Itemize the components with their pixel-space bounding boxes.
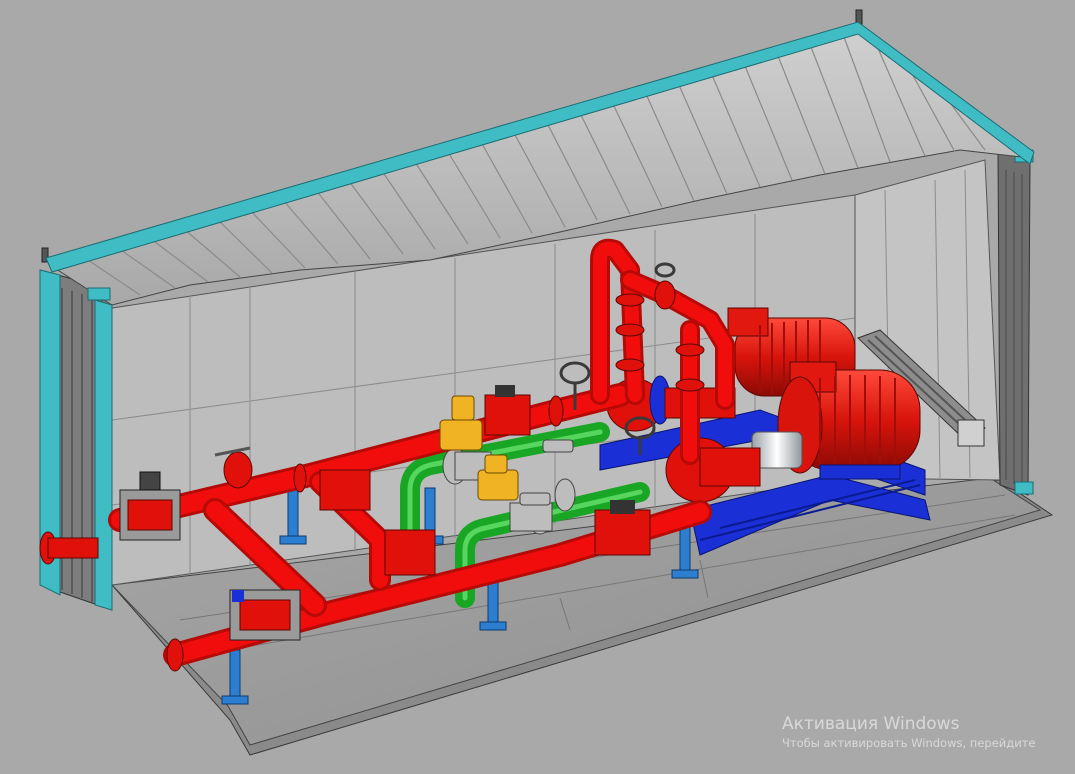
alarm-valve-lower-left <box>229 589 301 641</box>
cad-viewport[interactable]: Активация Windows Чтобы активировать Win… <box>0 0 1075 774</box>
pump-station-3d-model <box>39 9 1054 756</box>
